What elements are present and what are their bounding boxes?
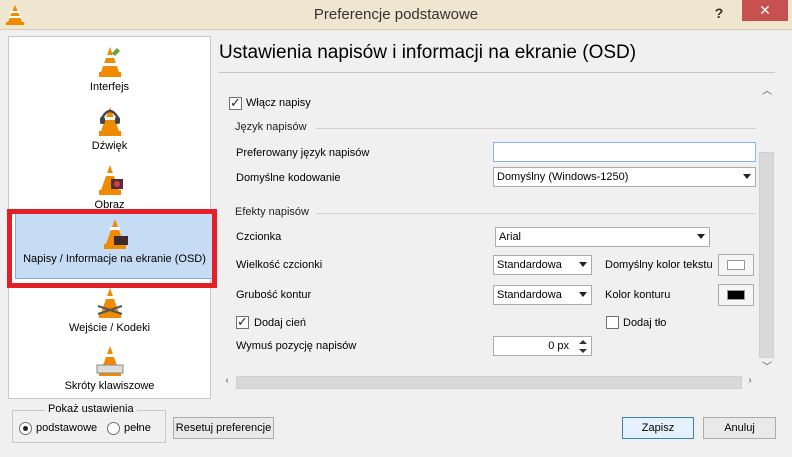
- default-encoding-label: Domyślne kodowanie: [236, 172, 341, 184]
- close-button[interactable]: ✕: [742, 0, 788, 21]
- text-color-button[interactable]: [718, 254, 754, 276]
- spin-down-icon[interactable]: [577, 347, 589, 355]
- help-button[interactable]: ?: [708, 2, 730, 24]
- language-group-title: Język napisów: [235, 121, 307, 133]
- sidebar-item-input-codecs[interactable]: Wejście / Kodeki: [9, 286, 210, 334]
- preferred-language-label: Preferowany język napisów: [236, 147, 370, 159]
- chevron-down-icon: [697, 234, 705, 239]
- effects-group-title: Efekty napisów: [235, 206, 309, 218]
- input-codecs-cone-icon: [97, 288, 122, 318]
- background-checkbox[interactable]: [606, 316, 619, 329]
- sidebar-item-label: Napisy / Informacje na ekranie (OSD): [23, 253, 206, 265]
- font-size-label: Wielkość czcionki: [236, 259, 323, 271]
- hotkeys-cone-icon: [96, 346, 123, 376]
- sidebar-item-label: Skróty klawiszowe: [64, 380, 155, 392]
- spin-up-icon[interactable]: [577, 338, 589, 346]
- outline-thickness-select[interactable]: Standardowa: [493, 285, 592, 305]
- sidebar-item-subtitles-osd[interactable]: Napisy / Informacje na ekranie (OSD): [15, 210, 214, 279]
- category-sidebar: Interfejs Dźwięk Obraz Napisy / Informac…: [8, 36, 214, 399]
- all-settings-label: pełne: [124, 422, 151, 434]
- reset-preferences-button[interactable]: Resetuj preferencje: [173, 417, 274, 439]
- font-value: Arial: [499, 231, 522, 243]
- title-divider: [219, 72, 775, 73]
- language-group-divider: [316, 128, 756, 129]
- window-title: Preferencje podstawowe: [313, 6, 479, 23]
- vertical-scrollbar[interactable]: ︿ ﹀: [759, 80, 775, 373]
- sidebar-item-video[interactable]: Obraz: [9, 163, 210, 211]
- force-position-value: 0 px: [548, 340, 569, 352]
- simple-settings-label: podstawowe: [36, 422, 98, 434]
- scroll-right-icon[interactable]: ›: [743, 375, 757, 386]
- chevron-down-icon: [579, 292, 587, 297]
- scroll-left-icon[interactable]: ‹: [220, 375, 234, 386]
- outline-thickness-label: Grubość kontur: [236, 289, 312, 301]
- effects-group-divider: [316, 213, 756, 214]
- settings-content: Włącz napisy Język napisów Preferowany j…: [219, 80, 760, 372]
- horizontal-scrollbar[interactable]: ‹ ›: [219, 374, 760, 390]
- vertical-scroll-thumb[interactable]: [759, 152, 774, 358]
- default-encoding-value: Domyślny (Windows-1250): [497, 171, 629, 183]
- sidebar-item-interface[interactable]: Interfejs: [9, 45, 210, 93]
- chevron-down-icon: [743, 174, 751, 179]
- title-bar: Preferencje podstawowe ? ✕: [0, 0, 792, 30]
- enable-subtitles-checkbox[interactable]: [229, 95, 242, 111]
- save-button[interactable]: Zapisz: [622, 417, 694, 439]
- text-color-label: Domyślny kolor tekstu: [605, 259, 713, 271]
- subtitles-cone-icon: [103, 219, 128, 249]
- font-select[interactable]: Arial: [495, 227, 710, 247]
- sidebar-item-audio[interactable]: Dźwięk: [9, 104, 210, 152]
- audio-headphones-cone-icon: [98, 107, 121, 136]
- shadow-checkbox[interactable]: [236, 314, 249, 330]
- chevron-down-icon: [579, 262, 587, 267]
- cancel-button[interactable]: Anuluj: [703, 417, 776, 439]
- horizontal-scroll-thumb[interactable]: [236, 376, 742, 389]
- sidebar-item-label: Wejście / Kodeki: [68, 322, 151, 334]
- enable-subtitles-label: Włącz napisy: [246, 97, 311, 109]
- interface-cone-icon: [98, 47, 121, 77]
- shadow-label: Dodaj cień: [254, 317, 306, 329]
- simple-settings-radio[interactable]: [19, 422, 32, 435]
- default-encoding-select[interactable]: Domyślny (Windows-1250): [493, 167, 756, 187]
- background-label: Dodaj tło: [623, 317, 667, 329]
- outline-color-button[interactable]: [718, 284, 754, 306]
- page-title: Ustawienia napisów i informacji na ekran…: [219, 42, 637, 63]
- sidebar-item-label: Dźwięk: [91, 140, 128, 152]
- sidebar-item-hotkeys[interactable]: Skróty klawiszowe: [9, 344, 210, 392]
- outline-color-label: Kolor konturu: [605, 289, 671, 301]
- force-position-label: Wymuś pozycję napisów: [236, 340, 357, 352]
- scroll-up-icon[interactable]: ︿: [760, 82, 774, 97]
- font-label: Czcionka: [236, 231, 282, 243]
- outline-color-swatch: [727, 290, 745, 300]
- font-size-value: Standardowa: [497, 259, 562, 271]
- video-cone-icon: [98, 165, 123, 195]
- sidebar-item-label: Interfejs: [89, 81, 130, 93]
- show-settings-legend: Pokaż ustawienia: [45, 403, 137, 415]
- preferred-language-input[interactable]: [493, 142, 756, 162]
- all-settings-radio[interactable]: [107, 422, 120, 435]
- outline-thickness-value: Standardowa: [497, 289, 562, 301]
- show-settings-group: Pokaż ustawienia podstawowe pełne: [12, 403, 166, 443]
- force-position-spinbox[interactable]: 0 px: [493, 336, 592, 356]
- font-size-select[interactable]: Standardowa: [493, 255, 592, 275]
- text-color-swatch: [727, 260, 745, 270]
- scroll-down-icon[interactable]: ﹀: [760, 358, 774, 373]
